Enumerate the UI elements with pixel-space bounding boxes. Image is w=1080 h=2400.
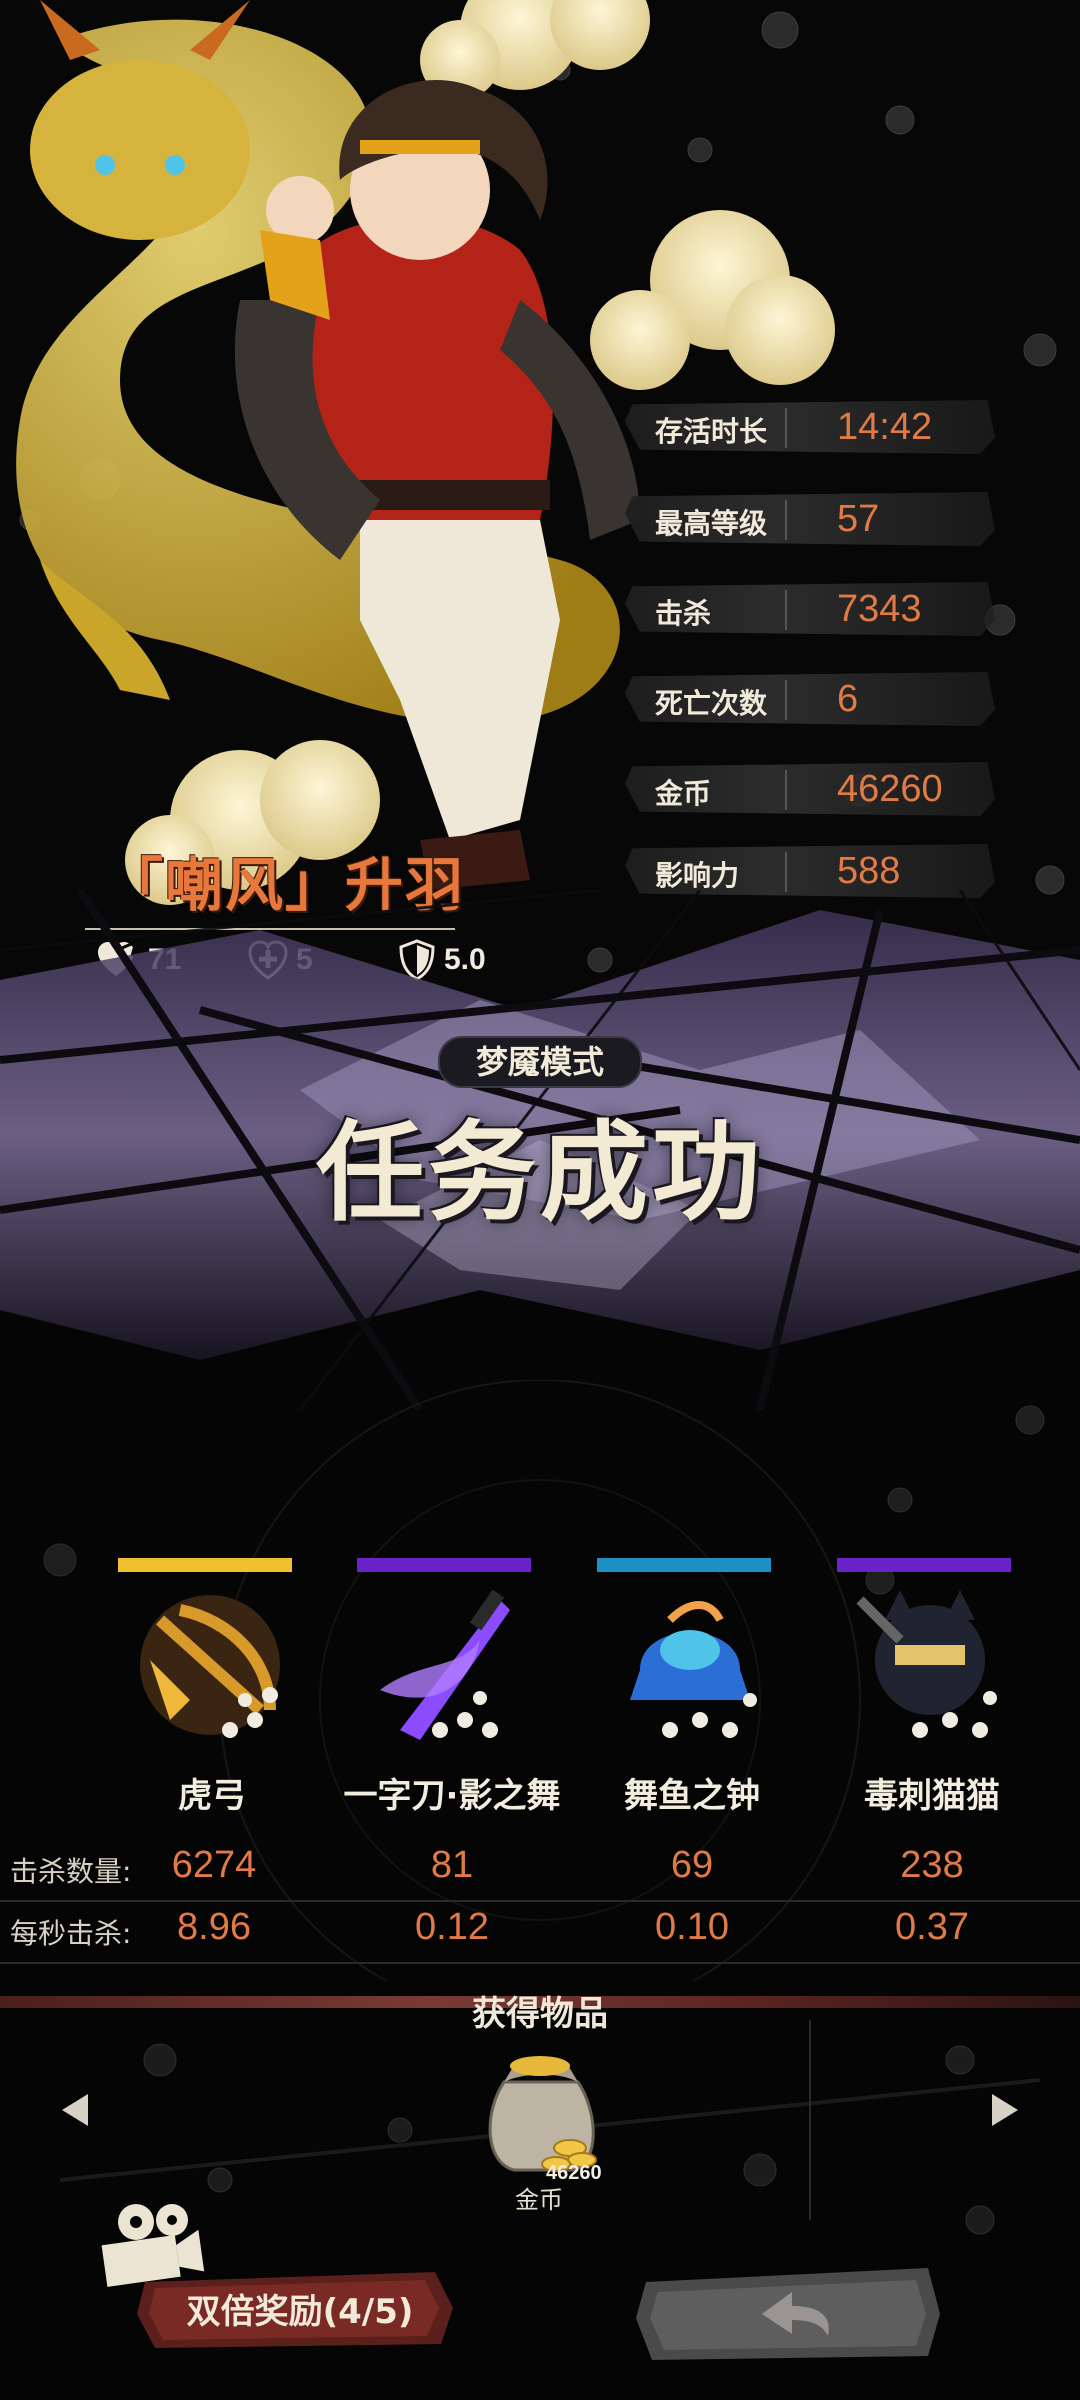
fish-bell-icon[interactable] [600, 1580, 780, 1750]
stat-value: 46260 [837, 768, 943, 810]
stat-label: 击杀 [655, 597, 712, 630]
weapon-rarity-bar [597, 1558, 771, 1572]
tiger-bow-icon[interactable] [120, 1580, 300, 1750]
weapon-kps: 0.12 [415, 1906, 489, 1948]
weapon-kills: 6274 [171, 1844, 257, 1886]
stat-max-level: 最高等级 57 [625, 486, 995, 552]
gold-bag-icon[interactable] [474, 2042, 606, 2178]
stat-separator [785, 852, 787, 892]
weapon-kps: 0.37 [895, 1906, 969, 1948]
item-name: 金币 [515, 2186, 563, 2214]
stat-separator [785, 770, 787, 810]
next-arrow-icon[interactable] [984, 2090, 1024, 2130]
mission-result-title: 任务成功 [315, 1111, 764, 1236]
stat-value: 57 [837, 498, 880, 540]
double-reward-label: 双倍奖励(4/5) [186, 2292, 414, 2332]
weapon-name: 毒刺猫猫 [864, 1776, 1000, 1816]
stat-value: 14:42 [837, 406, 933, 448]
stat-separator [785, 500, 787, 540]
weapon-rarity-bar [837, 1558, 1011, 1572]
stat-kills: 击杀 7343 [625, 576, 995, 642]
stat-label: 影响力 [655, 859, 740, 892]
weapon-name: 虎弓 [178, 1776, 246, 1816]
stat-separator [785, 408, 787, 448]
stat-separator [785, 590, 787, 630]
shadow-blade-icon[interactable] [360, 1580, 540, 1750]
mode-label: 梦魇模式 [438, 1036, 642, 1088]
weapon-kps: 8.96 [177, 1906, 251, 1948]
weapon-name: 一字刀·影之舞 [343, 1776, 561, 1816]
weapon-kills: 69 [670, 1844, 714, 1886]
weapon-kills: 81 [430, 1844, 474, 1886]
weapon-rarity-bar [357, 1558, 531, 1572]
stat-survival-time: 存活时长 14:42 [625, 394, 995, 460]
poison-cat-icon[interactable] [840, 1580, 1020, 1750]
prev-arrow-icon[interactable] [56, 2090, 96, 2130]
stat-separator [785, 680, 787, 720]
stat-label: 最高等级 [655, 507, 768, 540]
weapon-rarity-bar [118, 1558, 292, 1572]
weapon-kps: 0.10 [655, 1906, 729, 1948]
stat-gold: 金币 46260 [625, 756, 995, 822]
weapon-kills: 238 [900, 1844, 964, 1886]
back-button[interactable] [632, 2262, 942, 2362]
stat-deaths: 死亡次数 6 [625, 666, 995, 732]
table-divider [0, 1900, 1080, 1902]
stat-label: 金币 [655, 777, 712, 810]
table-divider [0, 1962, 1080, 1964]
stat-label: 存活时长 [655, 415, 768, 448]
stat-value: 6 [837, 678, 859, 720]
stat-value: 7343 [837, 588, 922, 630]
weapon-name: 舞鱼之钟 [624, 1776, 760, 1816]
stat-label: 死亡次数 [655, 687, 768, 720]
stat-value: 588 [837, 850, 901, 892]
